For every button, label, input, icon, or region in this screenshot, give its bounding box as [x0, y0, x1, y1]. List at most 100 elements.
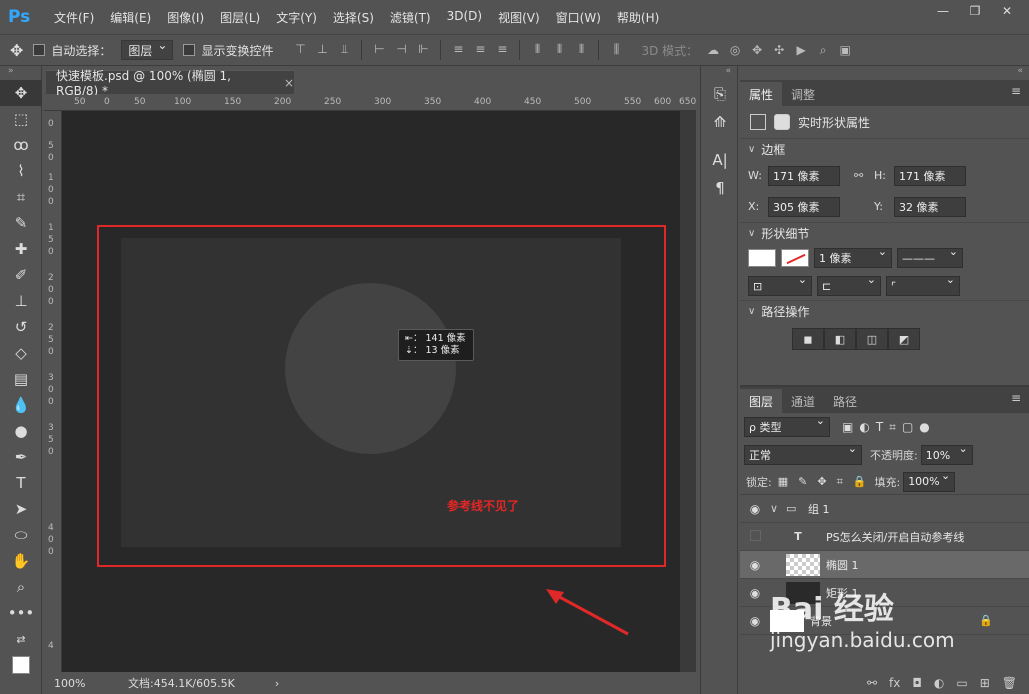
pen-tool-icon[interactable]: ✒	[0, 444, 42, 470]
menu-image[interactable]: 图像(I)	[159, 9, 212, 26]
fill-field[interactable]: 100%	[903, 469, 956, 492]
layer-ellipse-1[interactable]: ◉ 椭圆 1	[740, 551, 1029, 579]
align-bottom-icon[interactable]: ⫫	[333, 40, 355, 58]
lock-position-icon[interactable]: ✥	[817, 475, 826, 489]
fill-swatch[interactable]	[748, 249, 776, 267]
document-tab[interactable]: 快速模板.psd @ 100% (椭圆 1, RGB/8) * ×	[46, 69, 294, 98]
frame-section[interactable]: ∨ 边框	[740, 138, 1029, 160]
auto-align-icon[interactable]: ⫼	[605, 40, 627, 58]
lock-artboard-icon[interactable]: ⌗	[837, 475, 843, 489]
intersect-shape-icon[interactable]: ◫	[856, 328, 888, 350]
auto-select-checkbox[interactable]	[33, 44, 46, 56]
gradient-tool-icon[interactable]: ▤	[0, 366, 42, 392]
fx-icon[interactable]: fx	[889, 676, 900, 690]
3d-scale-icon[interactable]: ▶	[790, 41, 812, 59]
type-tool-icon[interactable]: T	[0, 470, 42, 496]
eyedropper-tool-icon[interactable]: ✎	[0, 210, 42, 236]
eye-icon[interactable]: ◉	[740, 558, 770, 572]
exclude-overlap-icon[interactable]: ◩	[888, 328, 920, 350]
layer-filter-select[interactable]: ρ 类型	[744, 414, 830, 437]
delete-layer-icon[interactable]: 🗑	[1002, 676, 1017, 690]
stroke-align-select[interactable]: ⊡	[748, 273, 812, 296]
align-hcenter-icon[interactable]: ⊣	[390, 40, 412, 58]
dodge-tool-icon[interactable]: ●	[0, 418, 42, 444]
ellipse-tool-icon[interactable]: ⬭	[0, 522, 42, 548]
distribute-hcenter-icon[interactable]: ⦀	[548, 40, 570, 58]
3d-slide-icon[interactable]: ✣	[768, 41, 790, 59]
stamp-tool-icon[interactable]: ⊥	[0, 288, 42, 314]
menu-view[interactable]: 视图(V)	[490, 9, 548, 26]
filter-shape-icon[interactable]: ⌗	[889, 420, 896, 435]
paragraph-panel-icon[interactable]: ¶	[701, 174, 739, 202]
3d-pan-icon[interactable]: ✥	[746, 41, 768, 59]
lock-all-icon[interactable]: 🔒	[853, 475, 867, 489]
3d-rotate-icon[interactable]: ☁	[702, 41, 724, 59]
move-tool-icon[interactable]: ✥	[0, 80, 42, 106]
close-button[interactable]: ✕	[991, 0, 1023, 22]
toolbar-grip-icon[interactable]: »	[0, 66, 41, 80]
eye-icon[interactable]: ◉	[740, 502, 770, 516]
x-field[interactable]: 305 像素	[768, 196, 840, 217]
menu-edit[interactable]: 编辑(E)	[102, 9, 159, 26]
hand-tool-icon[interactable]: ✋	[0, 548, 42, 574]
width-field[interactable]: 171 像素	[768, 165, 840, 186]
status-expand-icon[interactable]: ›	[275, 677, 279, 690]
search-icon[interactable]: ⌕	[812, 41, 834, 59]
distribute-right-icon[interactable]: ⦀	[570, 40, 592, 58]
stroke-type-select[interactable]: ———	[897, 245, 963, 268]
combine-shapes-icon[interactable]: ◼	[792, 328, 824, 350]
lock-pixels-icon[interactable]: ✎	[798, 475, 807, 489]
filter-adjustment-icon[interactable]: ◐	[859, 420, 869, 435]
link-icon[interactable]: ⚯	[854, 169, 874, 182]
filter-toggle-icon[interactable]: ●	[919, 420, 929, 435]
eraser-tool-icon[interactable]: ◇	[0, 340, 42, 366]
lock-transparent-icon[interactable]: ▦	[778, 475, 788, 489]
horizontal-ruler[interactable]: 50 0 50 100 150 200 250 300 350 400 450 …	[44, 95, 696, 111]
auto-select-target[interactable]: 图层	[121, 38, 174, 60]
chevron-down-icon[interactable]: ∨	[770, 502, 786, 515]
path-ops-section[interactable]: ∨ 路径操作	[740, 300, 1029, 322]
menu-select[interactable]: 选择(S)	[325, 9, 382, 26]
tab-paths[interactable]: 路径	[824, 389, 866, 413]
menu-window[interactable]: 窗口(W)	[548, 9, 609, 26]
menu-3d[interactable]: 3D(D)	[439, 9, 490, 26]
subtract-shape-icon[interactable]: ◧	[824, 328, 856, 350]
layers-menu-icon[interactable]: ≡	[1011, 391, 1021, 405]
eye-hidden-icon[interactable]	[740, 530, 770, 544]
swap-colors-icon[interactable]: ⇄	[0, 626, 42, 652]
filter-pixel-icon[interactable]: ▣	[842, 420, 853, 435]
history-brush-tool-icon[interactable]: ↺	[0, 314, 42, 340]
tab-channels[interactable]: 通道	[782, 389, 824, 413]
shape-section[interactable]: ∨ 形状细节	[740, 222, 1029, 244]
eye-icon[interactable]: ◉	[740, 586, 770, 600]
midpanel-grip-icon[interactable]: «	[701, 66, 737, 80]
menu-file[interactable]: 文件(F)	[46, 9, 102, 26]
y-field[interactable]: 32 像素	[894, 196, 966, 217]
history-panel-icon[interactable]: ⎘	[701, 80, 739, 108]
stroke-cap-select[interactable]: ⊏	[817, 273, 881, 296]
vertical-ruler[interactable]: 0 5 0 1 0 0 1 5 0 2 0 0 2 5 0 3 0 0 3 5 …	[44, 111, 62, 672]
menu-type[interactable]: 文字(Y)	[268, 9, 325, 26]
align-left-icon[interactable]: ⊢	[368, 40, 390, 58]
distribute-vcenter-icon[interactable]: ≡	[469, 40, 491, 58]
layer-group-1[interactable]: ◉ ∨ ▭ 组 1	[740, 495, 1029, 523]
healing-tool-icon[interactable]: ✚	[0, 236, 42, 262]
link-layers-icon[interactable]: ⚯	[867, 676, 877, 690]
workspace-icon[interactable]: ▣	[834, 41, 856, 59]
brush-settings-icon[interactable]: ⟰	[701, 108, 739, 136]
foreground-color-swatch[interactable]	[0, 652, 42, 678]
close-tab-icon[interactable]: ×	[284, 76, 294, 90]
eye-icon[interactable]: ◉	[740, 614, 770, 628]
zoom-tool-icon[interactable]: ⌕	[0, 574, 42, 600]
tab-properties[interactable]: 属性	[740, 82, 783, 106]
new-group-icon[interactable]: ▭	[956, 676, 967, 690]
marquee-tool-icon[interactable]: ⬚	[0, 106, 42, 132]
filter-type-icon[interactable]: T	[876, 420, 883, 435]
filter-smart-icon[interactable]: ▢	[902, 420, 913, 435]
menu-help[interactable]: 帮助(H)	[609, 9, 667, 26]
align-vcenter-icon[interactable]: ⊥	[311, 40, 333, 58]
restore-button[interactable]: ❐	[959, 0, 991, 22]
stroke-corner-select[interactable]: ⌜	[886, 273, 960, 296]
brush-tool-icon[interactable]: ✐	[0, 262, 42, 288]
3d-roll-icon[interactable]: ◎	[724, 41, 746, 59]
